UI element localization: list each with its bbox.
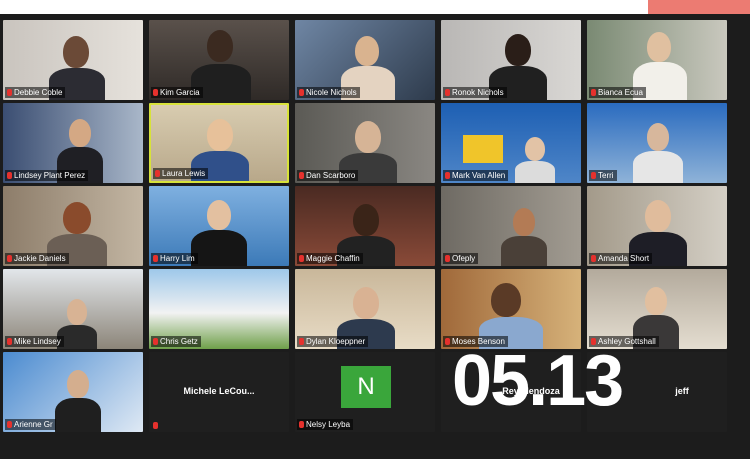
- mic-muted-icon: [299, 255, 304, 262]
- mic-indicator: [151, 421, 161, 430]
- participant-name: Harry Lim: [151, 253, 198, 264]
- participant-name: Dylan Kloeppner: [297, 336, 369, 347]
- participant-name: Chris Getz: [151, 336, 201, 347]
- mic-muted-icon: [299, 172, 304, 179]
- participant-name: Terri: [589, 170, 617, 181]
- video-tile-dylan-kloeppner[interactable]: Dylan Kloeppner: [295, 269, 435, 349]
- avatar: N: [341, 366, 391, 408]
- participant-name: Mike Lindsey: [5, 336, 64, 347]
- mic-muted-icon: [7, 421, 12, 428]
- video-tile-nelsy-leyba[interactable]: N Nelsy Leyba: [295, 352, 435, 432]
- video-grid: Debbie Coble Kim Garcia Nicole Nichols R…: [0, 14, 750, 459]
- mic-muted-icon: [299, 338, 304, 345]
- video-tile-terri[interactable]: Terri: [587, 103, 727, 183]
- mic-muted-icon: [591, 172, 596, 179]
- video-tile-nicole-nichols[interactable]: Nicole Nichols: [295, 20, 435, 100]
- participant-name: Bianca Ecua: [589, 87, 646, 98]
- mic-muted-icon: [445, 89, 450, 96]
- participant-name: Ronok Nichols: [443, 87, 507, 98]
- participant-name: Laura Lewis: [153, 168, 209, 179]
- mic-muted-icon: [153, 89, 158, 96]
- mic-muted-icon: [153, 422, 158, 429]
- mic-muted-icon: [445, 172, 450, 179]
- mic-muted-icon: [299, 421, 304, 428]
- mic-muted-icon: [153, 255, 158, 262]
- video-tile-moses-benson[interactable]: Moses Benson: [441, 269, 581, 349]
- accent-bar: [648, 0, 750, 14]
- participant-name: Arienne Gr: [5, 419, 56, 430]
- date-overlay: 05.13: [452, 341, 624, 421]
- video-tile-ashley-gottshall[interactable]: Ashley Gottshall: [587, 269, 727, 349]
- video-tile-harry-lim[interactable]: Harry Lim: [149, 186, 289, 266]
- mic-muted-icon: [299, 89, 304, 96]
- participant-name-center: jeff: [675, 386, 689, 396]
- video-tile-bianca-ecua[interactable]: Bianca Ecua: [587, 20, 727, 100]
- participant-name: Nelsy Leyba: [297, 419, 354, 430]
- mic-muted-icon: [7, 338, 12, 345]
- mic-muted-icon: [445, 255, 450, 262]
- mic-muted-icon: [7, 172, 12, 179]
- video-tile-jackie-daniels[interactable]: Jackie Daniels: [3, 186, 143, 266]
- mic-muted-icon: [153, 338, 158, 345]
- participant-name-center: Michele LeCou...: [183, 386, 255, 396]
- mic-muted-icon: [591, 255, 596, 262]
- video-tile-maggie-chaffin[interactable]: Maggie Chaffin: [295, 186, 435, 266]
- building-image: [463, 135, 503, 163]
- participant-name: Amanda Short: [589, 253, 653, 264]
- video-tile-lindsey-plant-perez[interactable]: Lindsey Plant Perez: [3, 103, 143, 183]
- mic-muted-icon: [7, 255, 12, 262]
- mic-muted-icon: [591, 89, 596, 96]
- video-tile-michele-lecou[interactable]: Michele LeCou...: [149, 352, 289, 432]
- video-tile-ronok-nichols[interactable]: Ronok Nichols: [441, 20, 581, 100]
- video-tile-dan-scarboro[interactable]: Dan Scarboro: [295, 103, 435, 183]
- video-tile-mike-lindsey[interactable]: Mike Lindsey: [3, 269, 143, 349]
- participant-name: Debbie Coble: [5, 87, 66, 98]
- mic-muted-icon: [155, 170, 160, 177]
- video-tile-ofeply[interactable]: Ofeply: [441, 186, 581, 266]
- mic-muted-icon: [7, 89, 12, 96]
- video-tile-arienne-gr[interactable]: Arienne Gr: [3, 352, 143, 432]
- participant-name: Jackie Daniels: [5, 253, 69, 264]
- participant-name: Lindsey Plant Perez: [5, 170, 89, 181]
- participant-name: Mark Van Allen: [443, 170, 509, 181]
- participant-name: Dan Scarboro: [297, 170, 359, 181]
- participant-name: Kim Garcia: [151, 87, 203, 98]
- video-tile-kim-garcia[interactable]: Kim Garcia: [149, 20, 289, 100]
- video-tile-mark-van-allen[interactable]: Mark Van Allen: [441, 103, 581, 183]
- video-tile-chris-getz[interactable]: Chris Getz: [149, 269, 289, 349]
- mic-muted-icon: [445, 338, 450, 345]
- video-tile-laura-lewis[interactable]: Laura Lewis: [149, 103, 289, 183]
- top-white-bar: [0, 0, 750, 14]
- video-tile-debbie-coble[interactable]: Debbie Coble: [3, 20, 143, 100]
- participant-name: Nicole Nichols: [297, 87, 360, 98]
- participant-name: Ofeply: [443, 253, 479, 264]
- participant-name: Maggie Chaffin: [297, 253, 363, 264]
- video-tile-amanda-short[interactable]: Amanda Short: [587, 186, 727, 266]
